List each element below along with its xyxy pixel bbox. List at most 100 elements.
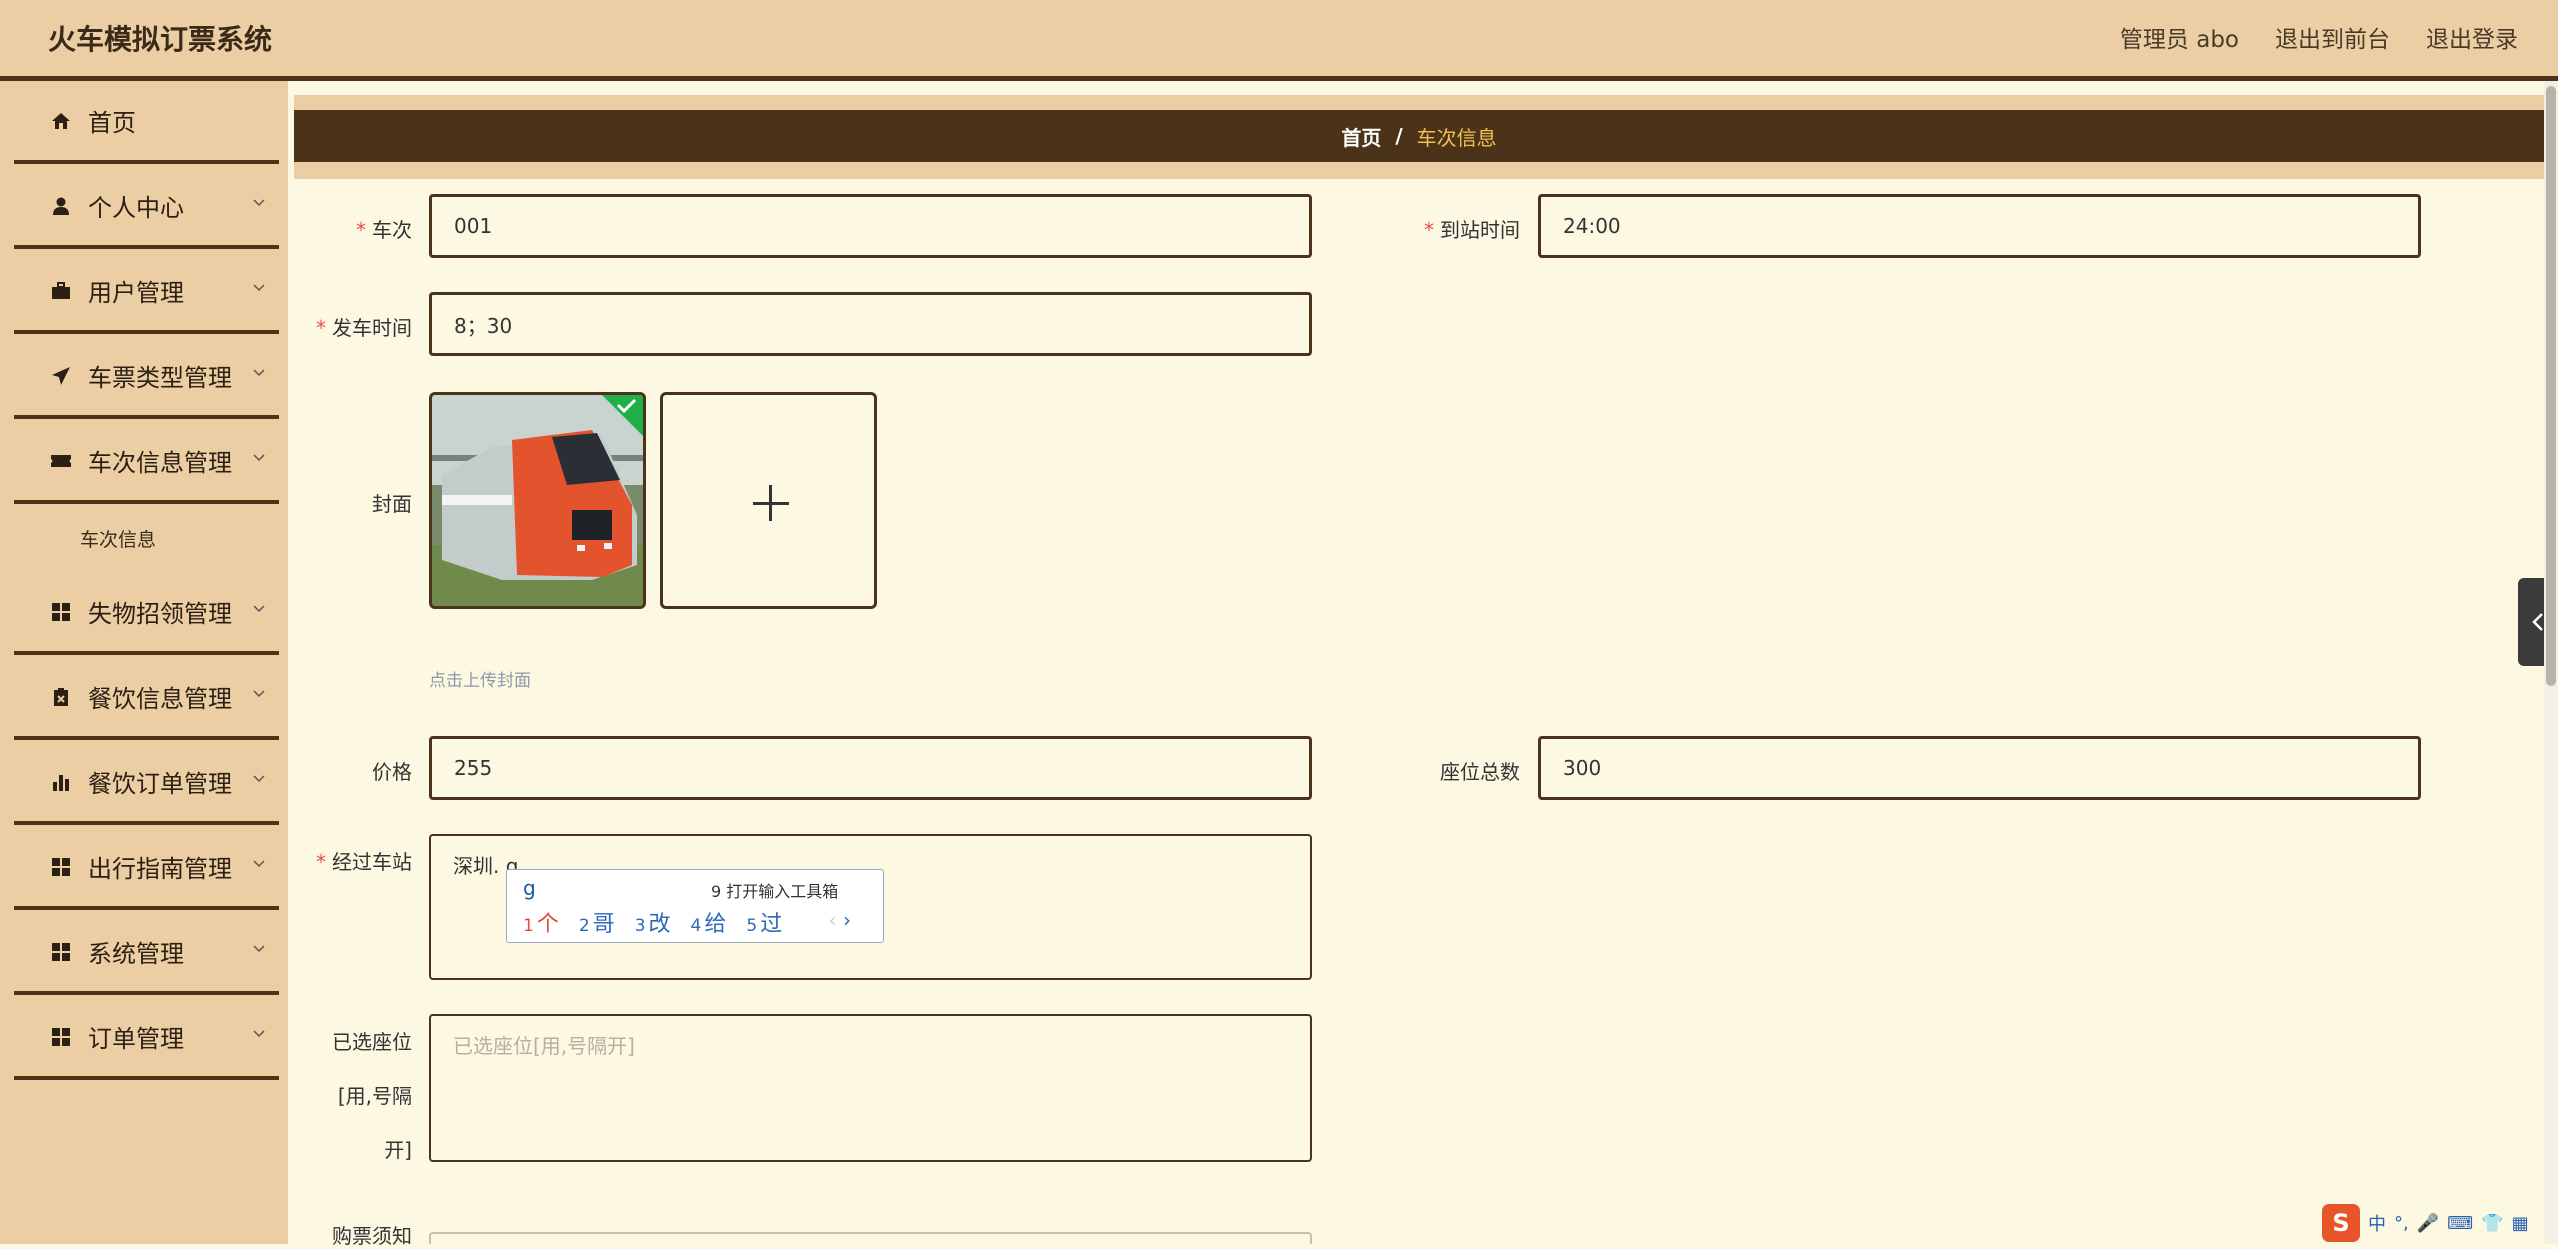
chevron-down-icon [253, 454, 265, 462]
send-icon [50, 365, 72, 387]
sidebar-item-label: 车次信息管理 [88, 449, 232, 477]
user-icon [50, 195, 72, 217]
microphone-icon[interactable]: 🎤 [2417, 1213, 2439, 1234]
seats-label: 座位总数 [1440, 760, 1520, 784]
grid-icon [50, 856, 72, 878]
sidebar: 首页 个人中心 用户管理 车票类型管理 车次信息管理 车次信息 失物招领管理 餐… [0, 81, 288, 1244]
ime-candidate[interactable]: 1个 [523, 906, 559, 938]
selected-seats-placeholder: 已选座位[用,号隔开] [453, 1034, 635, 1058]
price-label: 价格 [372, 760, 412, 784]
upload-cover-button[interactable] [660, 392, 877, 609]
depart-time-label: * 发车时间 [316, 316, 412, 340]
price-input[interactable]: 255 [429, 736, 1312, 800]
grid-icon [50, 941, 72, 963]
chevron-down-icon [253, 284, 265, 292]
sidebar-item-home[interactable]: 首页 [14, 81, 279, 164]
sidebar-item-label: 餐饮信息管理 [88, 685, 232, 713]
sidebar-item-system[interactable]: 系统管理 [14, 912, 279, 995]
chevron-down-icon [253, 199, 265, 207]
sogou-ime-logo[interactable]: S [2322, 1204, 2360, 1242]
notice-label: 购票须知 [332, 1224, 412, 1248]
ime-status-bar: S 中 °, 🎤 ⌨ 👕 ▦ [2322, 1202, 2558, 1244]
sidebar-item-label: 出行指南管理 [88, 855, 232, 883]
sidebar-item-label: 首页 [88, 109, 136, 137]
ime-candidate[interactable]: 3改 [635, 906, 671, 938]
ime-prev-icon[interactable]: ‹ [829, 908, 837, 932]
train-photo [432, 395, 643, 606]
sidebar-item-food-info[interactable]: 餐饮信息管理 [14, 657, 279, 740]
top-bar: 火车模拟订票系统 管理员 abo 退出到前台 退出登录 [0, 0, 2558, 81]
admin-user-link[interactable]: 管理员 abo [2120, 20, 2239, 54]
sidebar-item-label: 失物招领管理 [88, 600, 232, 628]
breadcrumb-separator: / [1395, 124, 1403, 148]
sidebar-subitem-train-info[interactable]: 车次信息 [80, 525, 156, 552]
selected-seats-label-1: 已选座位 [332, 1030, 412, 1054]
sidebar-item-label: 餐饮订单管理 [88, 770, 232, 798]
sidebar-item-label: 用户管理 [88, 279, 184, 307]
train-no-label: * 车次 [356, 218, 412, 242]
top-actions: 管理员 abo 退出到前台 退出登录 [2120, 20, 2518, 54]
depart-time-input[interactable]: 8；30 [429, 292, 1312, 356]
arrive-time-label: * 到站时间 [1424, 218, 1520, 242]
chevron-down-icon [253, 775, 265, 783]
selected-seats-label-2: [用,号隔 [337, 1084, 412, 1108]
logout-link[interactable]: 退出登录 [2426, 20, 2518, 54]
selected-seats-textarea[interactable]: 已选座位[用,号隔开] [429, 1014, 1312, 1162]
arrive-time-input[interactable]: 24:00 [1538, 194, 2421, 258]
upload-hint: 点击上传封面 [429, 671, 531, 691]
app-title: 火车模拟订票系统 [48, 23, 273, 56]
skin-icon[interactable]: 👕 [2481, 1213, 2503, 1234]
sidebar-item-train-info[interactable]: 车次信息管理 [14, 421, 279, 504]
keyboard-icon[interactable]: ⌨ [2447, 1213, 2473, 1234]
chevron-down-icon [253, 690, 265, 698]
breadcrumb-container: 首页 / 车次信息 [294, 95, 2544, 179]
toolbox-icon[interactable]: ▦ [2512, 1213, 2529, 1234]
cover-label: 封面 [372, 492, 412, 516]
cover-image[interactable] [429, 392, 646, 609]
sidebar-item-label: 车票类型管理 [88, 364, 232, 392]
stations-label: * 经过车站 [316, 850, 412, 874]
sidebar-item-label: 个人中心 [88, 194, 184, 222]
exit-to-front-link[interactable]: 退出到前台 [2275, 20, 2390, 54]
sidebar-item-travel-guide[interactable]: 出行指南管理 [14, 827, 279, 910]
chevron-down-icon [253, 860, 265, 868]
chevron-down-icon [253, 605, 265, 613]
train-no-input[interactable]: 001 [429, 194, 1312, 258]
ime-candidate-popup: g 9 打开输入工具箱 1个 2哥 3改 4给 5过 ‹ › [506, 869, 884, 943]
grid-icon [50, 1026, 72, 1048]
ime-composition: g [523, 876, 536, 900]
ime-mode-indicator[interactable]: 中 [2368, 1210, 2386, 1236]
ticket-icon [50, 450, 72, 472]
ime-next-icon[interactable]: › [843, 908, 851, 932]
chevron-down-icon [253, 945, 265, 953]
grid-icon [50, 601, 72, 623]
breadcrumb-home[interactable]: 首页 [1341, 122, 1381, 151]
sidebar-item-food-orders[interactable]: 餐饮订单管理 [14, 742, 279, 825]
notice-editor[interactable] [429, 1232, 1312, 1244]
ime-toolbox-link[interactable]: 9 打开输入工具箱 [711, 878, 838, 902]
breadcrumb-current: 车次信息 [1416, 125, 1497, 150]
chevron-down-icon [253, 1030, 265, 1038]
chevron-down-icon [253, 369, 265, 377]
ime-page-nav[interactable]: ‹ › [829, 908, 851, 932]
sidebar-item-user-management[interactable]: 用户管理 [14, 251, 279, 334]
ime-candidate[interactable]: 5过 [746, 906, 782, 938]
sidebar-item-label: 订单管理 [88, 1025, 184, 1053]
ime-candidate[interactable]: 4给 [691, 906, 727, 938]
sidebar-item-orders[interactable]: 订单管理 [14, 997, 279, 1080]
sidebar-item-lost-found[interactable]: 失物招领管理 [14, 572, 279, 655]
sidebar-item-personal-center[interactable]: 个人中心 [14, 166, 279, 249]
clipboard-icon [50, 686, 72, 708]
ime-punct-icon[interactable]: °, [2394, 1213, 2409, 1234]
sidebar-item-ticket-type[interactable]: 车票类型管理 [14, 336, 279, 419]
sidebar-item-label: 系统管理 [88, 940, 184, 968]
ime-candidates: 1个 2哥 3改 4给 5过 [523, 906, 782, 938]
scrollbar-thumb[interactable] [2546, 86, 2556, 686]
ime-candidate[interactable]: 2哥 [579, 906, 615, 938]
bar-chart-icon [50, 771, 72, 793]
selected-seats-label-3: 开] [384, 1138, 412, 1162]
seats-input[interactable]: 300 [1538, 736, 2421, 800]
home-icon [50, 110, 72, 132]
breadcrumb: 首页 / 车次信息 [294, 110, 2544, 162]
briefcase-icon [50, 280, 72, 302]
